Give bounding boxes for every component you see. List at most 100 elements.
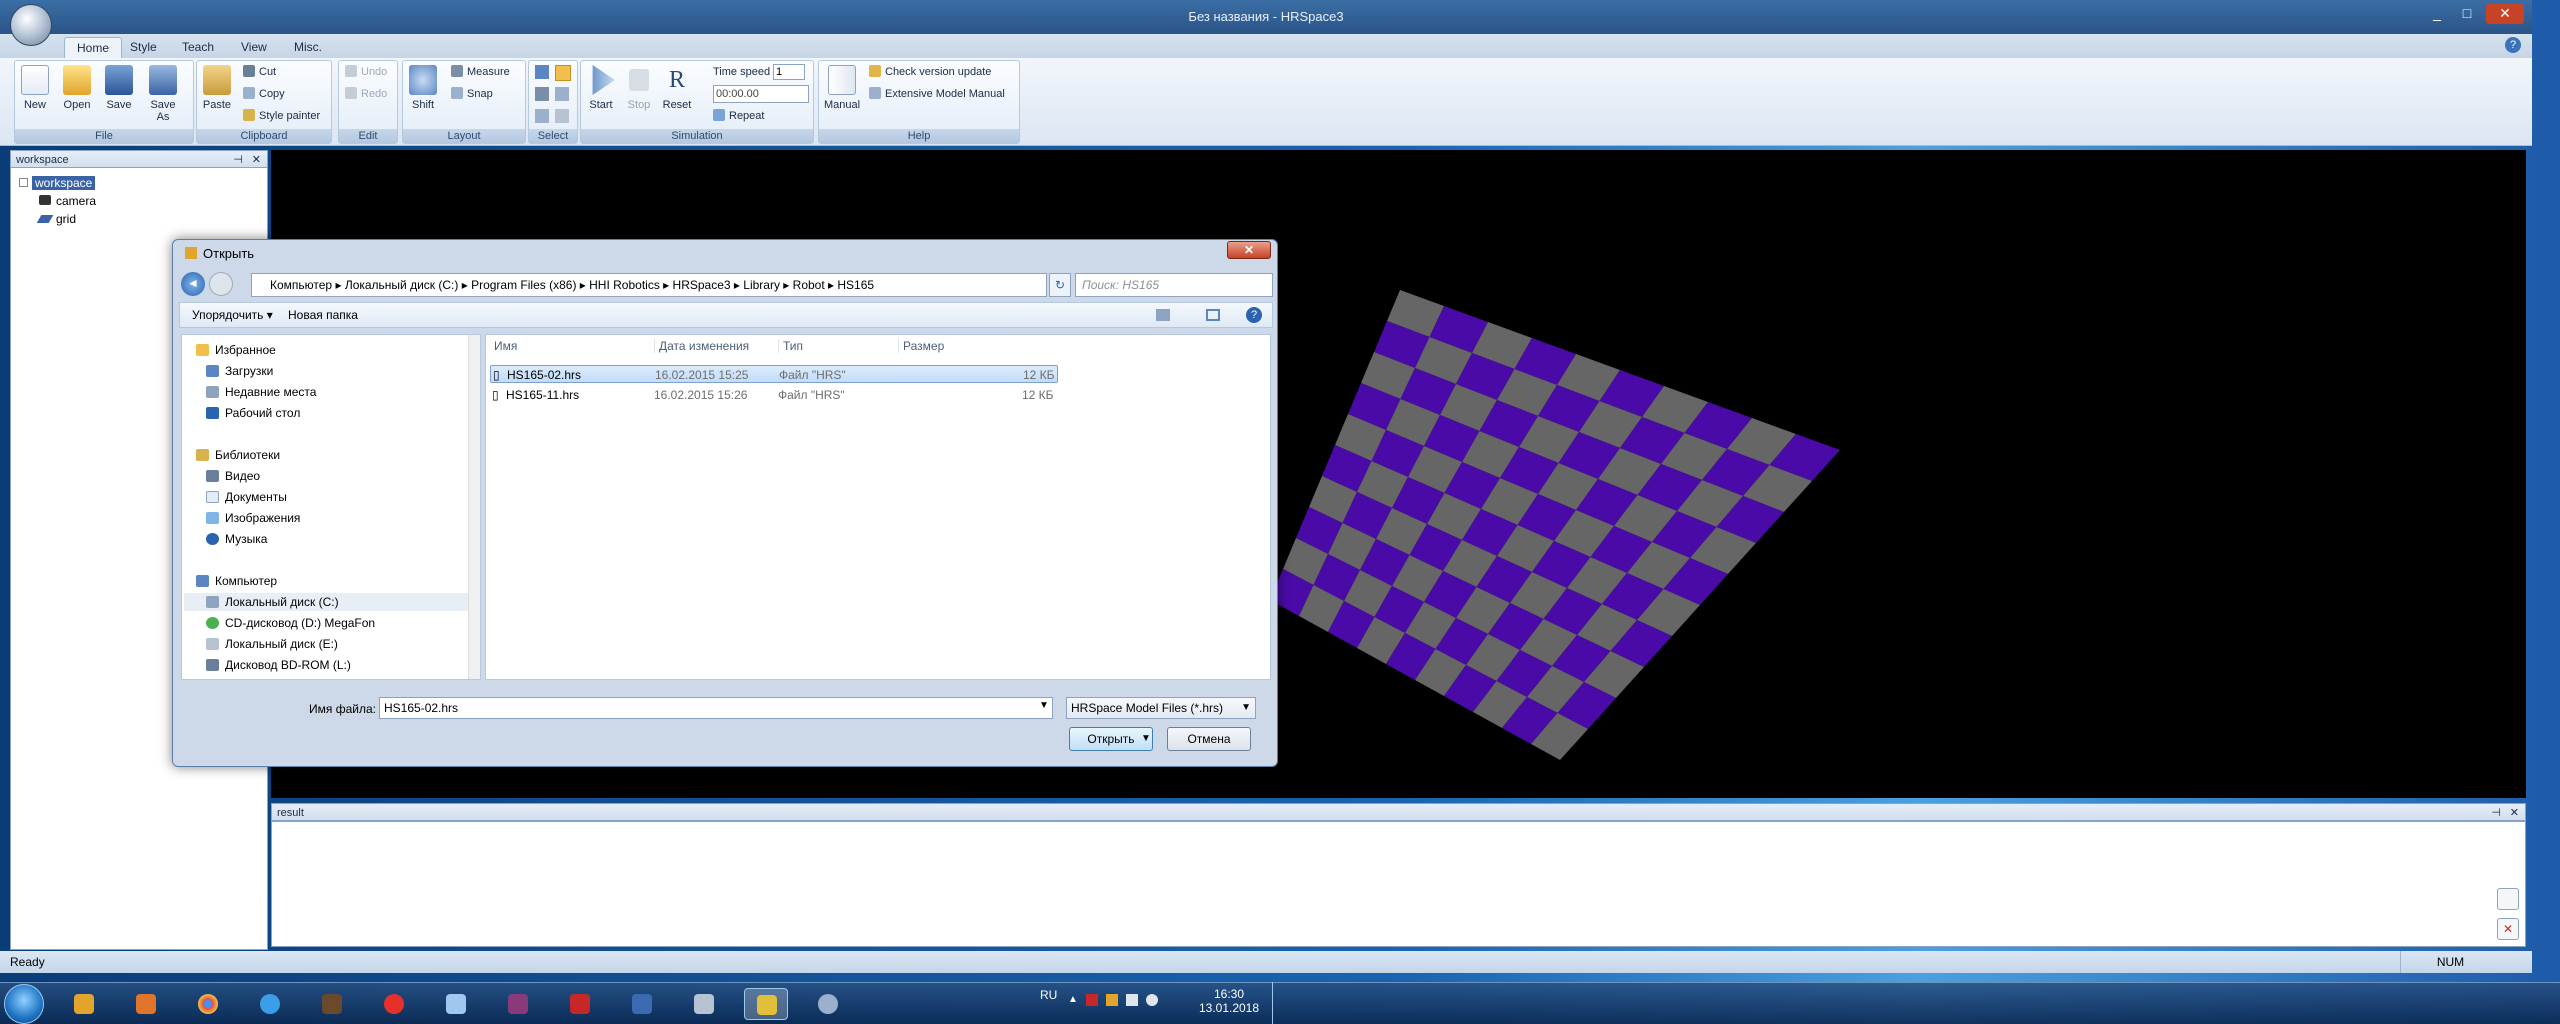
- pin-icon[interactable]: ⊣: [2491, 804, 2501, 822]
- nav-downloads[interactable]: Загрузки: [206, 362, 273, 380]
- save-button[interactable]: Save: [101, 65, 137, 111]
- filename-input[interactable]: HS165-02.hrs: [379, 697, 1053, 719]
- search-input[interactable]: Поиск: HS165: [1075, 273, 1273, 297]
- nav-favorites[interactable]: Избранное: [196, 341, 276, 359]
- new-folder-button[interactable]: Новая папка: [288, 303, 358, 327]
- nav-desktop[interactable]: Рабочий стол: [206, 404, 300, 422]
- tree-item-camera[interactable]: camera: [39, 193, 96, 209]
- flag-icon[interactable]: [1086, 994, 1098, 1006]
- breadcrumb-item[interactable]: Library: [743, 278, 780, 292]
- nav-video[interactable]: Видео: [206, 467, 260, 485]
- hand-icon[interactable]: [555, 109, 569, 123]
- network-icon[interactable]: [1126, 994, 1138, 1006]
- close-button[interactable]: ✕: [2486, 4, 2524, 24]
- taskbar-tool-icon[interactable]: [806, 988, 850, 1020]
- nav-disk-d[interactable]: CD-дисковод (D:) MegaFon: [206, 614, 375, 632]
- reset-button[interactable]: R Reset: [659, 65, 695, 111]
- tool-tray-icon[interactable]: [1106, 994, 1118, 1006]
- nav-pictures[interactable]: Изображения: [206, 509, 300, 527]
- breadcrumb-item[interactable]: Program Files (x86): [471, 278, 576, 292]
- new-button[interactable]: New: [17, 65, 53, 111]
- taskbar-winrar-icon[interactable]: [496, 988, 540, 1020]
- nav-disk-l[interactable]: Дисковод BD-ROM (L:): [206, 656, 351, 674]
- tab-view[interactable]: View: [229, 37, 279, 58]
- breadcrumb[interactable]: Компьютер ▸ Локальный диск (C:) ▸ Progra…: [251, 273, 1047, 297]
- breadcrumb-item[interactable]: Robot: [793, 278, 825, 292]
- paste-button[interactable]: Paste: [199, 65, 235, 111]
- maximize-button[interactable]: □: [2454, 4, 2480, 24]
- taskbar-opera-icon[interactable]: [372, 988, 416, 1020]
- repeat-button[interactable]: Repeat: [713, 107, 764, 125]
- taskbar-pdf-icon[interactable]: [558, 988, 602, 1020]
- breadcrumb-item[interactable]: Локальный диск (C:): [345, 278, 459, 292]
- taskbar-window-icon[interactable]: [682, 988, 726, 1020]
- result-panel[interactable]: ✕: [271, 821, 2526, 947]
- breadcrumb-item[interactable]: HHI Robotics: [589, 278, 660, 292]
- column-type[interactable]: Тип: [778, 339, 803, 353]
- measure-button[interactable]: Measure: [451, 63, 510, 81]
- chevron-down-icon[interactable]: ▼: [1141, 733, 1151, 744]
- clock[interactable]: 16:30 13.01.2018: [1196, 987, 1262, 1015]
- style-painter-button[interactable]: Style painter: [243, 107, 320, 125]
- shift-button[interactable]: Shift: [405, 65, 441, 111]
- clear-icon[interactable]: [2497, 888, 2519, 910]
- column-date[interactable]: Дата изменения: [654, 339, 749, 353]
- nav-scrollbar[interactable]: [468, 335, 480, 679]
- extensive-manual-button[interactable]: Extensive Model Manual: [869, 85, 1005, 103]
- taskbar-ie-icon[interactable]: [248, 988, 292, 1020]
- snap-button[interactable]: Snap: [451, 85, 493, 103]
- organize-button[interactable]: Упорядочить ▾: [192, 303, 273, 327]
- chevron-down-icon[interactable]: ▼: [1039, 700, 1049, 711]
- pin-icon[interactable]: ⊣: [233, 151, 243, 169]
- file-row[interactable]: ▯ HS165-02.hrs 16.02.2015 15:25 Файл "HR…: [490, 365, 1058, 383]
- start-button[interactable]: [4, 984, 44, 1024]
- chevron-up-icon[interactable]: ▲: [1068, 994, 1078, 1006]
- redo-button[interactable]: Redo: [345, 85, 387, 103]
- cancel-button[interactable]: Отмена: [1167, 727, 1251, 751]
- view-options-icon[interactable]: [1156, 309, 1170, 321]
- preview-pane-icon[interactable]: [1206, 309, 1220, 321]
- tree-item-grid[interactable]: grid: [36, 211, 76, 227]
- column-size[interactable]: Размер: [898, 339, 944, 353]
- taskbar-hrspace-icon[interactable]: [744, 988, 788, 1020]
- show-desktop-button[interactable]: [1272, 982, 1278, 1024]
- file-row[interactable]: ▯ HS165-11.hrs 16.02.2015 15:26 Файл "HR…: [490, 386, 1058, 404]
- taskbar-notes-icon[interactable]: [434, 988, 478, 1020]
- volume-icon[interactable]: [1146, 994, 1158, 1006]
- taskbar-explorer-icon[interactable]: [62, 988, 106, 1020]
- select-pointer-icon[interactable]: [555, 65, 571, 81]
- taskbar-media-icon[interactable]: [124, 988, 168, 1020]
- manual-button[interactable]: Manual: [821, 65, 863, 111]
- copy-button[interactable]: Copy: [243, 85, 285, 103]
- time-speed-input[interactable]: 1: [773, 64, 805, 80]
- stop-button[interactable]: Stop: [621, 65, 657, 111]
- delete-icon[interactable]: ✕: [2497, 918, 2519, 940]
- back-button[interactable]: ◄: [181, 272, 205, 296]
- save-as-button[interactable]: Save As: [143, 65, 183, 123]
- tab-misc[interactable]: Misc.: [282, 37, 334, 58]
- dialog-close-button[interactable]: ✕: [1227, 241, 1271, 259]
- nav-libraries[interactable]: Библиотеки: [196, 446, 280, 464]
- refresh-icon[interactable]: ↻: [1049, 273, 1071, 297]
- tab-teach[interactable]: Teach: [170, 37, 226, 58]
- nav-disk-c[interactable]: Локальный диск (C:): [184, 593, 476, 611]
- select-rotate-icon[interactable]: [535, 87, 549, 101]
- nav-disk-e[interactable]: Локальный диск (E:): [206, 635, 338, 653]
- select-move-icon[interactable]: [555, 87, 569, 101]
- help-icon[interactable]: ?: [1246, 307, 1262, 323]
- select-scale-icon[interactable]: [535, 109, 549, 123]
- tree-item-workspace[interactable]: workspace: [19, 175, 96, 191]
- column-name[interactable]: Имя: [494, 339, 517, 353]
- taskbar-app-icon[interactable]: [310, 988, 354, 1020]
- check-update-button[interactable]: Check version update: [869, 63, 991, 81]
- breadcrumb-item[interactable]: HRSpace3: [673, 278, 731, 292]
- nav-music[interactable]: Музыка: [206, 530, 267, 548]
- app-menu-button[interactable]: [10, 4, 52, 46]
- panel-close-icon[interactable]: ✕: [2510, 804, 2519, 822]
- help-icon[interactable]: ?: [2505, 37, 2521, 53]
- select-box-icon[interactable]: [535, 65, 549, 79]
- breadcrumb-item[interactable]: Компьютер: [270, 278, 332, 292]
- taskbar-chrome-icon[interactable]: [186, 988, 230, 1020]
- forward-button[interactable]: [209, 272, 233, 296]
- tab-home[interactable]: Home: [64, 37, 123, 58]
